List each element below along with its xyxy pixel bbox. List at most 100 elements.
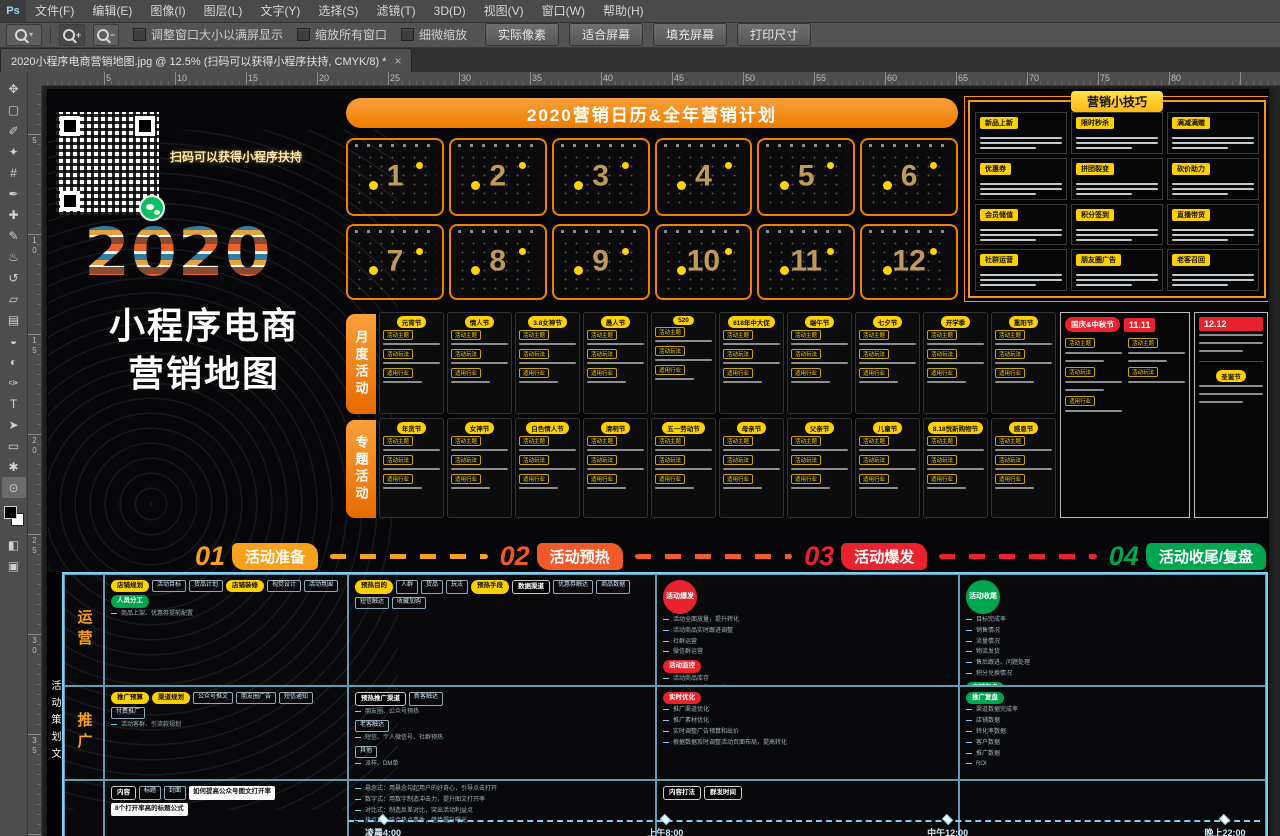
option-checkbox[interactable]: 调整窗口大小以满屏显示 (133, 26, 283, 43)
zoom-out-button[interactable]: − (93, 24, 119, 46)
options-button[interactable]: 实际像素 (485, 23, 559, 46)
phase-number: 01 (195, 541, 225, 572)
menu-item[interactable]: 文字(Y) (251, 0, 309, 22)
blur-tool[interactable]: ◒ (2, 330, 26, 351)
color-swatches[interactable] (4, 506, 24, 526)
tip-title: 老客召回 (1172, 254, 1210, 266)
menu-item[interactable]: 滤镜(T) (367, 0, 424, 22)
tab-close-button[interactable]: × (394, 55, 401, 67)
menu-item[interactable]: 3D(D) (425, 0, 475, 22)
activity-card: 8.18悦新购物节 活动主题 活动玩法 适用行业 (923, 418, 988, 518)
canvas-area[interactable]: 扫码可以获得小程序扶持 2020 小程序电商 营销地图 2020营销日历&全年营… (42, 86, 1280, 836)
activity-title: 端午节 (805, 316, 835, 328)
eraser-tool[interactable]: ▱ (2, 288, 26, 309)
weekday-row (664, 144, 744, 147)
micro-text (1199, 393, 1263, 395)
healing-brush-tool[interactable]: ✚ (2, 204, 26, 225)
checkbox-box[interactable] (133, 28, 146, 41)
path-selection-tool[interactable]: ➤ (2, 414, 26, 435)
tool-icon: ▢ (8, 103, 19, 117)
quick-mask-button[interactable]: ◧ (2, 534, 26, 555)
label-chip: 活动主题 (927, 436, 957, 446)
activity-card: 愚人节 活动主题 活动玩法 适用行业 (583, 312, 648, 414)
micro-text (1076, 193, 1132, 195)
crop-tool[interactable]: # (2, 162, 26, 183)
option-checkbox[interactable]: 缩放所有窗口 (297, 26, 387, 43)
label-chip: 适用行业 (451, 474, 481, 484)
dodge-tool[interactable]: ◐ (2, 351, 26, 372)
zoom-tool-preset[interactable]: ▾ (6, 24, 42, 46)
poster-title-line1: 小程序电商 (66, 302, 342, 350)
quick-selection-tool[interactable]: ✦ (2, 141, 26, 162)
tip-title: 限时秒杀 (1076, 117, 1114, 129)
map-node: 人群 (396, 580, 418, 594)
menu-item[interactable]: 窗口(W) (533, 0, 594, 22)
christmas-title: 圣诞节 (1216, 370, 1246, 382)
tool-icon: ▤ (8, 313, 19, 327)
foreground-color-swatch[interactable] (4, 506, 17, 519)
send-time-timeline: 凌晨4:00 全天曝光最低点 上午8:00 上半天曝光最高点 中午12:00 午… (348, 816, 1260, 836)
menu-item[interactable]: 文件(F) (26, 0, 83, 22)
vertical-ruler[interactable]: 5101520253035 (28, 86, 42, 836)
label-chip: 适用行业 (383, 368, 413, 378)
label-chip: 活动主题 (655, 436, 685, 446)
label-chip: 活动主题 (519, 330, 549, 340)
menu-item[interactable]: 图像(I) (141, 0, 194, 22)
type-tool[interactable]: T (2, 393, 26, 414)
calendar-month: 4 (655, 138, 753, 216)
view-buttons: 实际像素适合屏幕填充屏幕打印尺寸 (485, 23, 811, 46)
horizontal-ruler[interactable]: 5101520253035404550556065707580 (42, 72, 1280, 86)
map-node: 推广素材优化 (663, 718, 952, 726)
ruler-number: 50 (745, 72, 816, 85)
calendar-month: 7 (346, 224, 444, 300)
micro-text (1172, 193, 1228, 195)
hand-tool[interactable]: ✱ (2, 456, 26, 477)
tool-icon: ✑ (8, 376, 18, 390)
checkbox-box[interactable] (401, 28, 414, 41)
label-chip: 活动主题 (451, 330, 481, 340)
micro-text (1199, 350, 1243, 352)
gradient-tool[interactable]: ▤ (2, 309, 26, 330)
micro-text (451, 343, 508, 345)
menu-item[interactable]: 图层(L) (195, 0, 252, 22)
lasso-tool[interactable]: ✐ (2, 120, 26, 141)
micro-text (1199, 334, 1263, 336)
tip-card: 限时秒杀 (1071, 112, 1163, 154)
screen-mode-button[interactable]: ▣ (2, 555, 26, 576)
month-number: 8 (451, 244, 545, 278)
option-checkbox[interactable]: 细微缩放 (401, 26, 467, 43)
tool-icon: ↺ (8, 271, 18, 285)
shape-tool[interactable]: ▭ (2, 435, 26, 456)
micro-text (1076, 279, 1158, 281)
month-number: 10 (657, 244, 751, 278)
marquee-tool[interactable]: ▢ (2, 99, 26, 120)
micro-text (451, 381, 490, 383)
brush-tool[interactable]: ✎ (2, 225, 26, 246)
divider (50, 26, 51, 44)
zoom-in-button[interactable]: + (59, 24, 85, 46)
zoom-tool[interactable]: ⊙ (2, 477, 26, 498)
calendar-banner: 2020营销日历&全年营销计划 (346, 98, 958, 128)
diamond-marker (942, 814, 953, 825)
micro-text (927, 468, 984, 470)
options-button[interactable]: 适合屏幕 (569, 23, 643, 46)
ruler-number: 20 (319, 72, 390, 85)
menu-item[interactable]: 选择(S) (309, 0, 367, 22)
national-day-title: 国庆&中秋节 (1065, 317, 1120, 332)
eyedropper-tool[interactable]: ✒ (2, 183, 26, 204)
map-node: 短信触达 (355, 597, 389, 609)
document-tab[interactable]: 2020小程序电商营销地图.jpg @ 12.5% (扫码可以获得小程序扶持, … (0, 48, 412, 72)
clone-stamp-tool[interactable]: ♨ (2, 246, 26, 267)
menu-item[interactable]: 编辑(E) (83, 0, 141, 22)
options-button[interactable]: 填充屏幕 (653, 23, 727, 46)
double11-title: 11.11 (1124, 318, 1156, 332)
cell-promotion-burst: 实时优化推广渠道优化推广素材优化实时调整广告预算和出价根据数据及时调整活动页面布… (656, 686, 959, 780)
move-tool[interactable]: ✥ (2, 78, 26, 99)
checkbox-box[interactable] (297, 28, 310, 41)
options-button[interactable]: 打印尺寸 (737, 23, 811, 46)
menu-item[interactable]: 视图(V) (475, 0, 533, 22)
menu-item[interactable]: 帮助(H) (594, 0, 653, 22)
label-chip: 活动主题 (927, 330, 957, 340)
history-brush-tool[interactable]: ↺ (2, 267, 26, 288)
pen-tool[interactable]: ✑ (2, 372, 26, 393)
